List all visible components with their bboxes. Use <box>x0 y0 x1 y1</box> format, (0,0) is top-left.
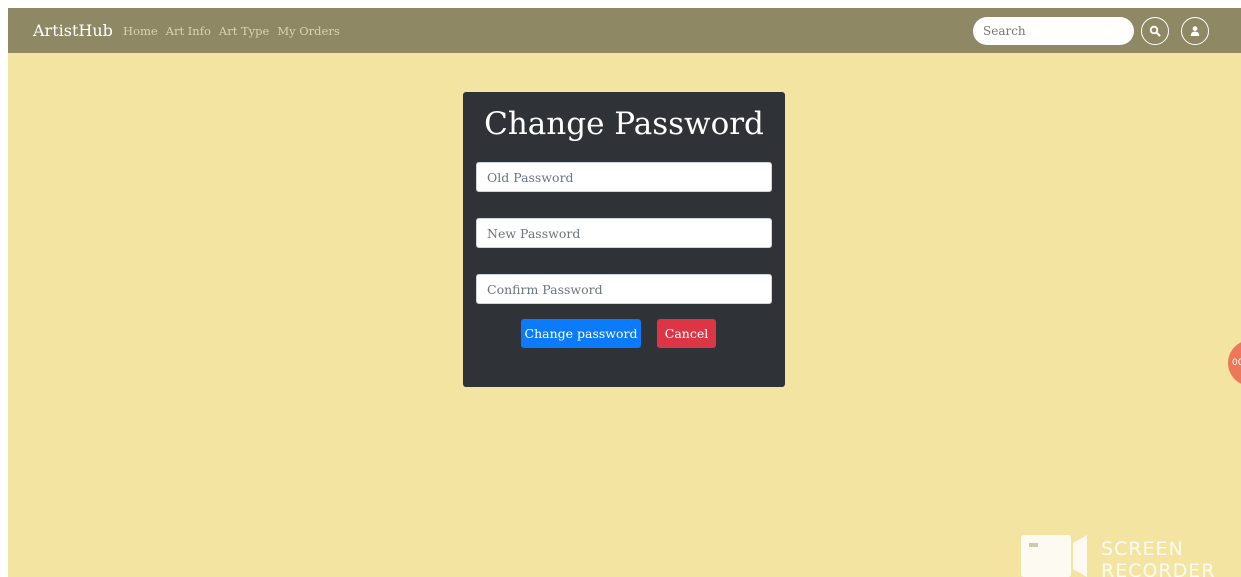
old-password-field[interactable] <box>476 162 772 192</box>
nav-link-home[interactable]: Home <box>123 24 158 38</box>
confirm-password-field[interactable] <box>476 274 772 304</box>
nav-links: Home Art Info Art Type My Orders <box>123 24 340 38</box>
watermark-text: SCREEN RECORDER <box>1101 538 1215 577</box>
navbar: ArtistHub Home Art Info Art Type My Orde… <box>8 8 1241 53</box>
page-title: Change Password <box>484 106 764 142</box>
nav-link-my-orders[interactable]: My Orders <box>277 24 339 38</box>
change-password-button[interactable]: Change password <box>521 319 641 348</box>
new-password-field[interactable] <box>476 218 772 248</box>
video-camera-icon <box>1021 535 1087 577</box>
screen-recorder-watermark: SCREEN RECORDER <box>1021 532 1221 577</box>
search-icon <box>1149 25 1161 37</box>
brand-logo[interactable]: ArtistHub <box>33 21 113 40</box>
page-background: ArtistHub Home Art Info Art Type My Orde… <box>8 8 1241 577</box>
nav-link-art-type[interactable]: Art Type <box>219 24 269 38</box>
watermark-line-1: SCREEN <box>1101 538 1184 560</box>
search-input[interactable] <box>973 17 1134 45</box>
cancel-button[interactable]: Cancel <box>657 319 716 348</box>
search-button[interactable] <box>1141 17 1169 45</box>
user-icon <box>1190 26 1200 36</box>
user-account-button[interactable] <box>1181 17 1209 45</box>
floating-timer-bubble[interactable]: 00 <box>1228 340 1241 386</box>
nav-link-art-info[interactable]: Art Info <box>166 24 211 38</box>
change-password-card: Change Password Change password Cancel <box>463 92 785 387</box>
watermark-line-2: RECORDER <box>1101 560 1216 577</box>
